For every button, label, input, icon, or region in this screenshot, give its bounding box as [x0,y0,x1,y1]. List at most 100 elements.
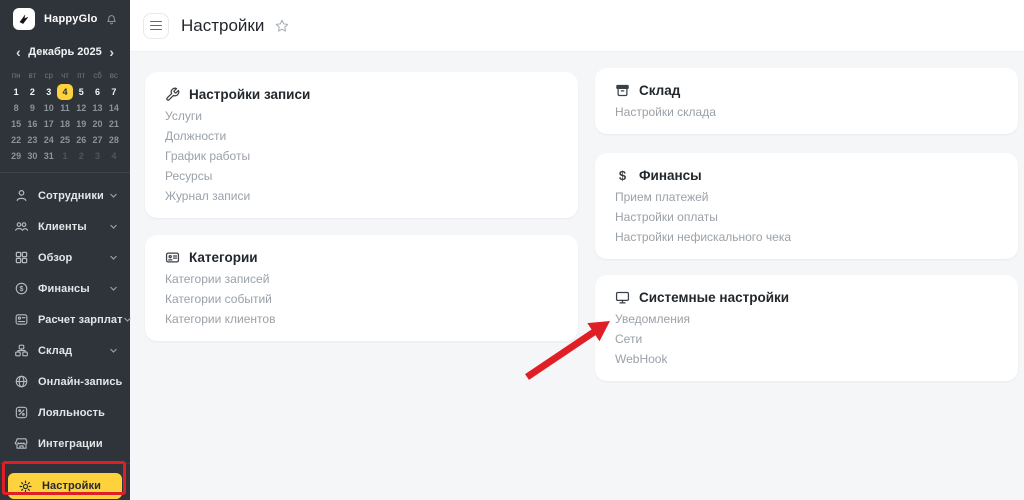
calendar-day[interactable]: 4 [106,148,122,164]
card-title: Системные настройки [639,290,789,305]
content-area: Настройки записи Услуги Должности График… [130,52,1024,500]
sidebar-item-online-booking[interactable]: Онлайн-запись [0,366,130,397]
link-positions[interactable]: Должности [165,126,558,146]
card-warehouse: Склад Настройки склада [595,68,1018,134]
sidebar-item-settings-active[interactable]: Настройки [8,473,122,499]
link-networks[interactable]: Сети [615,329,998,349]
link-work-schedule[interactable]: График работы [165,146,558,166]
sidebar-item-payroll[interactable]: Расчет зарплат [0,304,130,335]
calendar-day[interactable]: 2 [24,84,40,100]
favorite-star-icon[interactable] [274,18,290,34]
mini-calendar: ‹ Декабрь 2025 › пнвтсрчтптсбвс 12345678… [0,36,130,168]
calendar-day[interactable]: 11 [57,100,73,116]
calendar-day[interactable]: 7 [106,84,122,100]
gear-icon [18,479,33,494]
calendar-prev-button[interactable]: ‹ [16,45,21,59]
sidebar-item-loyalty[interactable]: Лояльность [0,397,130,428]
percent-icon [14,405,29,420]
sidebar: HappyGlo ‹ Декабрь 2025 › пнвтсрчтптсбвс… [0,0,130,500]
sidebar-nav: Сотрудники Клиенты Обзор $ Финансы [0,173,130,459]
calendar-day[interactable]: 14 [106,100,122,116]
brand-logo [13,8,35,30]
card-finances: $ Финансы Прием платежей Настройки оплат… [595,153,1018,259]
card-title: Категории [189,250,258,265]
link-nonfiscal-receipt-settings[interactable]: Настройки нефискального чека [615,227,998,247]
svg-text:$: $ [20,286,24,293]
globe-icon [14,374,29,389]
calendar-next-button[interactable]: › [109,45,114,59]
link-resources[interactable]: Ресурсы [165,166,558,186]
hamburger-menu-button[interactable] [143,13,169,39]
link-webhook[interactable]: WebHook [615,349,998,369]
calendar-day[interactable]: 15 [8,116,24,132]
calendar-day[interactable]: 23 [24,132,40,148]
calendar-day[interactable]: 26 [73,132,89,148]
people-icon [14,219,29,234]
link-record-categories[interactable]: Категории записей [165,269,558,289]
calendar-day[interactable]: 30 [24,148,40,164]
calendar-day[interactable]: 13 [89,100,105,116]
link-notifications[interactable]: Уведомления [615,309,998,329]
calendar-day[interactable]: 19 [73,116,89,132]
calendar-day[interactable]: 5 [73,84,89,100]
calendar-day[interactable]: 9 [24,100,40,116]
chevron-down-icon [123,315,132,324]
calendar-weekday: вт [24,71,40,80]
sidebar-item-overview[interactable]: Обзор [0,242,130,273]
calendar-day[interactable]: 8 [8,100,24,116]
calendar-day[interactable]: 6 [89,84,105,100]
sidebar-item-clients[interactable]: Клиенты [0,211,130,242]
calendar-day-selected[interactable]: 4 [57,84,73,100]
calendar-day[interactable]: 27 [89,132,105,148]
chevron-down-icon [109,253,118,262]
calendar-weekday: сб [89,71,105,80]
calendar-day[interactable]: 12 [73,100,89,116]
calendar-day[interactable]: 17 [41,116,57,132]
calendar-day[interactable]: 16 [24,116,40,132]
calendar-day[interactable]: 28 [106,132,122,148]
warehouse-icon [14,343,29,358]
sidebar-item-employees[interactable]: Сотрудники [0,180,130,211]
calendar-day[interactable]: 2 [73,148,89,164]
id-card-icon [165,250,180,265]
brand-logo-icon [17,12,31,26]
calendar-month-title: Декабрь 2025 [28,46,102,58]
card-title: Настройки записи [189,87,310,102]
calendar-weekday: ср [41,71,57,80]
calendar-day[interactable]: 24 [41,132,57,148]
calendar-day[interactable]: 22 [8,132,24,148]
calendar-day[interactable]: 25 [57,132,73,148]
calendar-day[interactable]: 3 [89,148,105,164]
page-title: Настройки [181,16,264,36]
sidebar-item-warehouse[interactable]: Склад [0,335,130,366]
link-event-categories[interactable]: Категории событий [165,289,558,309]
card-title: Финансы [639,168,702,183]
calendar-day[interactable]: 1 [57,148,73,164]
link-client-categories[interactable]: Категории клиентов [165,309,558,329]
calendar-weekday: пн [8,71,24,80]
dollar-icon: $ [615,168,630,183]
calendar-day[interactable]: 29 [8,148,24,164]
link-record-journal[interactable]: Журнал записи [165,186,558,206]
chevron-down-icon [109,191,118,200]
grid-icon [14,250,29,265]
wrench-icon [165,87,180,102]
link-warehouse-settings[interactable]: Настройки склада [615,102,998,122]
link-payment-acceptance[interactable]: Прием платежей [615,187,998,207]
calendar-day[interactable]: 20 [89,116,105,132]
sidebar-item-finances[interactable]: $ Финансы [0,273,130,304]
link-services[interactable]: Услуги [165,106,558,126]
chevron-down-icon [109,222,118,231]
calendar-day[interactable]: 1 [8,84,24,100]
bell-icon[interactable] [105,13,118,26]
calendar-day[interactable]: 10 [41,100,57,116]
monitor-icon [615,290,630,305]
chevron-down-icon [109,346,118,355]
calendar-day[interactable]: 21 [106,116,122,132]
link-payment-settings[interactable]: Настройки оплаты [615,207,998,227]
calendar-day[interactable]: 31 [41,148,57,164]
calendar-day[interactable]: 18 [57,116,73,132]
calendar-day[interactable]: 3 [41,84,57,100]
card-title: Склад [639,83,680,98]
sidebar-item-integrations[interactable]: Интеграции [0,428,130,459]
